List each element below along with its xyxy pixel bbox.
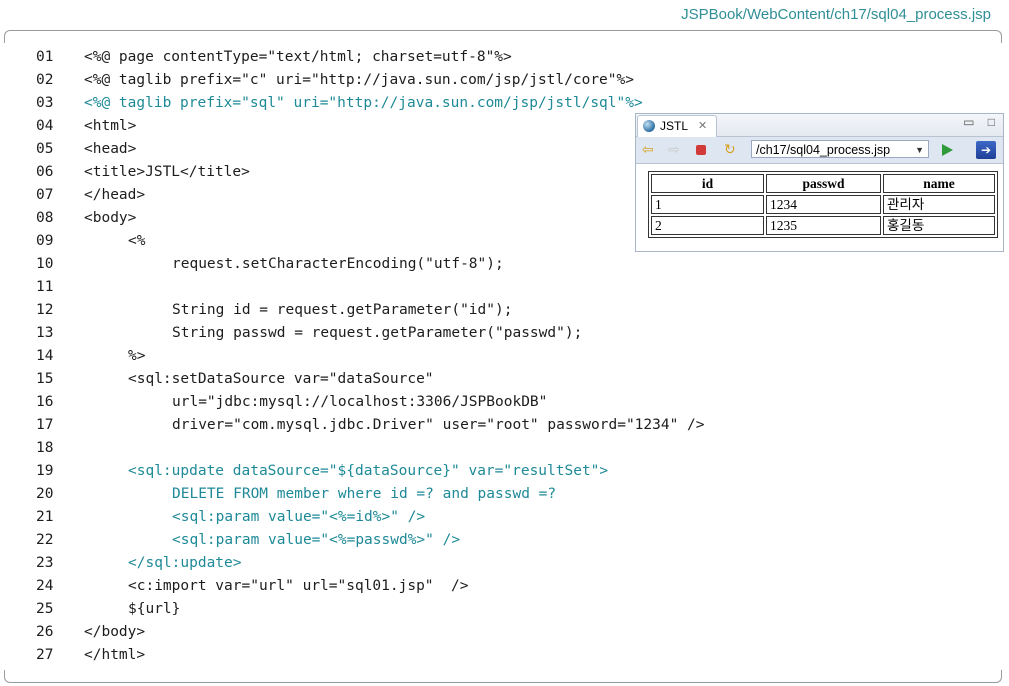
code-text: url="jdbc:mysql://localhost:3306/JSPBook…: [172, 394, 548, 410]
line-number: 14: [36, 348, 54, 364]
line-number: 26: [36, 624, 54, 640]
cell-id: 2: [651, 216, 764, 235]
table-header-row: id passwd name: [651, 174, 995, 193]
table-row: 2 1235 홍길동: [651, 216, 995, 235]
browser-nav-bar: ⇦ ⇨ ↻ /ch17/sql04_process.jsp ▼ ➔: [636, 137, 1003, 164]
line-number: 09: [36, 233, 54, 249]
code-text: <sql:param value="<%=passwd%>" />: [172, 532, 461, 548]
code-frame-bottom: [4, 670, 1002, 683]
code-text: String id = request.getParameter("id");: [172, 302, 513, 318]
line-number: 02: [36, 72, 54, 88]
code-text: </html>: [84, 647, 146, 663]
line-number: 27: [36, 647, 54, 663]
code-text: <%@ page contentType="text/html; charset…: [84, 49, 512, 65]
tab-close-icon[interactable]: ✕: [698, 116, 707, 136]
line-number: 10: [36, 256, 54, 272]
line-number: 11: [36, 279, 54, 295]
embedded-browser-window: JSTL ✕ ▭ □ ⇦ ⇨ ↻ /ch17/sql04_process.jsp…: [635, 113, 1004, 252]
code-text: <c:import var="url" url="sql01.jsp" />: [128, 578, 469, 594]
code-text: </body>: [84, 624, 146, 640]
line-number: 04: [36, 118, 54, 134]
code-text: <sql:update dataSource="${dataSource}" v…: [128, 463, 609, 479]
table-row: 1 1234 관리자: [651, 195, 995, 214]
line-number: 20: [36, 486, 54, 502]
url-text: /ch17/sql04_process.jsp: [756, 143, 891, 157]
cell-id: 1: [651, 195, 764, 214]
code-text: </sql:update>: [128, 555, 242, 571]
go-arrow-icon[interactable]: [942, 144, 953, 156]
code-text: <html>: [84, 118, 137, 134]
column-header-name: name: [883, 174, 995, 193]
line-number: 05: [36, 141, 54, 157]
back-arrow-icon[interactable]: ⇦: [642, 141, 654, 157]
cell-passwd: 1235: [766, 216, 881, 235]
line-number: 16: [36, 394, 54, 410]
code-text: <sql:setDataSource var="dataSource": [128, 371, 434, 387]
code-text: <%: [128, 233, 146, 249]
minimize-icon[interactable]: ▭: [963, 115, 974, 129]
code-text: DELETE FROM member where id =? and passw…: [172, 486, 557, 502]
line-number: 12: [36, 302, 54, 318]
line-number: 08: [36, 210, 54, 226]
code-text: <title>JSTL</title>: [84, 164, 250, 180]
forward-arrow-icon[interactable]: ⇨: [668, 141, 680, 157]
line-number: 24: [36, 578, 54, 594]
file-path-caption: JSPBook/WebContent/ch17/sql04_process.js…: [681, 6, 991, 23]
line-number: 17: [36, 417, 54, 433]
code-text: ${url}: [128, 601, 181, 617]
url-input[interactable]: /ch17/sql04_process.jsp ▼: [751, 140, 929, 158]
column-header-passwd: passwd: [766, 174, 881, 193]
maximize-icon[interactable]: □: [988, 115, 995, 129]
code-text: <body>: [84, 210, 137, 226]
browser-tab-bar: JSTL ✕ ▭ □: [636, 114, 1003, 137]
line-number: 13: [36, 325, 54, 341]
column-header-id: id: [651, 174, 764, 193]
line-number: 23: [36, 555, 54, 571]
chevron-down-icon[interactable]: ▼: [915, 141, 924, 159]
code-text: %>: [128, 348, 146, 364]
result-table: id passwd name 1 1234 관리자 2 1235 홍길동: [648, 171, 998, 238]
open-external-icon[interactable]: ➔: [976, 141, 996, 159]
cell-name: 관리자: [883, 195, 995, 214]
cell-passwd: 1234: [766, 195, 881, 214]
line-number: 25: [36, 601, 54, 617]
line-number: 07: [36, 187, 54, 203]
browser-tab-jstl[interactable]: JSTL ✕: [637, 115, 717, 137]
code-text: <head>: [84, 141, 137, 157]
code-text: <sql:param value="<%=id%>" />: [172, 509, 426, 525]
line-number: 06: [36, 164, 54, 180]
refresh-icon[interactable]: ↻: [724, 141, 736, 157]
code-text: String passwd = request.getParameter("pa…: [172, 325, 583, 341]
stop-icon[interactable]: [696, 145, 706, 155]
cell-name: 홍길동: [883, 216, 995, 235]
tab-label: JSTL: [660, 119, 689, 133]
code-text: driver="com.mysql.jdbc.Driver" user="roo…: [172, 417, 705, 433]
line-number: 01: [36, 49, 54, 65]
line-number: 18: [36, 440, 54, 456]
line-number: 03: [36, 95, 54, 111]
line-number: 22: [36, 532, 54, 548]
line-number: 21: [36, 509, 54, 525]
code-text: </head>: [84, 187, 146, 203]
code-text: request.setCharacterEncoding("utf-8");: [172, 256, 504, 272]
line-number: 15: [36, 371, 54, 387]
code-text: <%@ taglib prefix="sql" uri="http://java…: [84, 95, 643, 111]
globe-icon: [643, 120, 655, 132]
code-frame-top: [4, 30, 1002, 43]
code-text: <%@ taglib prefix="c" uri="http://java.s…: [84, 72, 634, 88]
line-number: 19: [36, 463, 54, 479]
